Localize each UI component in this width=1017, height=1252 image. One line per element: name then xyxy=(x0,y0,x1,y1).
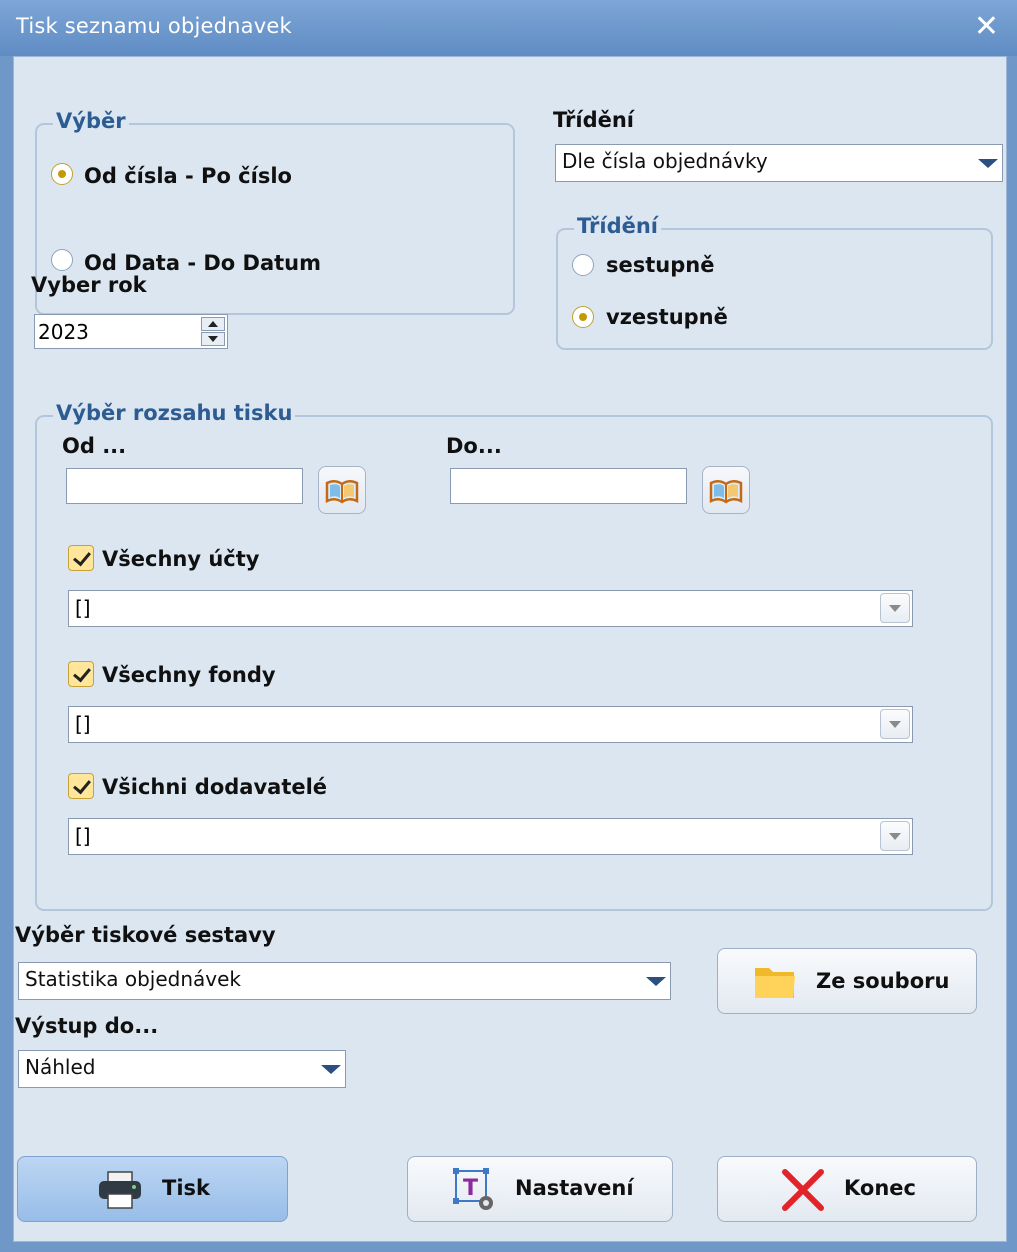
suppliers-combo[interactable]: [] xyxy=(68,818,913,855)
window-title: Tisk seznamu objednavek xyxy=(16,14,292,38)
selection-group-legend: Výběr xyxy=(53,109,129,133)
sort-order-group: Třídění xyxy=(556,214,993,350)
output-select[interactable]: Náhled xyxy=(18,1050,346,1088)
chevron-down-icon[interactable] xyxy=(646,977,666,986)
book-icon xyxy=(709,480,743,504)
from-label: Od ... xyxy=(62,434,127,458)
all-suppliers-checkbox[interactable] xyxy=(68,773,94,799)
exit-button[interactable]: Konec xyxy=(717,1156,977,1222)
radio-ascending[interactable] xyxy=(572,306,594,328)
close-icon[interactable]: ✕ xyxy=(974,9,999,44)
title-bar[interactable]: Tisk seznamu objednavek ✕ xyxy=(0,0,1017,56)
range-group-legend: Výběr rozsahu tisku xyxy=(53,401,296,425)
radio-date-range[interactable] xyxy=(51,249,73,271)
radio-date-range-label[interactable]: Od Data - Do Datum xyxy=(84,251,321,275)
sort-order-legend: Třídění xyxy=(574,214,661,238)
sort-select[interactable]: Dle čísla objednávky xyxy=(555,144,1003,182)
output-select-value: Náhled xyxy=(25,1055,96,1079)
report-label: Výběr tiskové sestavy xyxy=(15,923,276,947)
all-funds-label[interactable]: Všechny fondy xyxy=(102,663,276,687)
radio-number-range-label[interactable]: Od čísla - Po číslo xyxy=(84,164,292,188)
radio-ascending-label[interactable]: vzestupně xyxy=(606,305,728,329)
chevron-down-icon[interactable] xyxy=(978,159,998,168)
exit-button-label: Konec xyxy=(844,1176,916,1200)
print-button-label: Tisk xyxy=(162,1176,210,1200)
from-picker-button[interactable] xyxy=(318,466,366,514)
radio-number-range[interactable] xyxy=(51,163,73,185)
report-select[interactable]: Statistika objednávek xyxy=(18,962,671,1000)
all-accounts-label[interactable]: Všechny účty xyxy=(102,547,259,571)
folder-icon xyxy=(755,968,795,998)
year-spinner[interactable]: 2023 xyxy=(34,314,228,349)
funds-combo-value: [] xyxy=(75,712,91,736)
year-value: 2023 xyxy=(38,320,89,344)
chevron-down-icon[interactable] xyxy=(880,821,910,851)
svg-text:T: T xyxy=(463,1176,478,1201)
report-select-value: Statistika objednávek xyxy=(25,967,241,991)
sort-label: Třídění xyxy=(553,108,634,132)
accounts-combo[interactable]: [] xyxy=(68,590,913,627)
chevron-down-icon[interactable] xyxy=(880,593,910,623)
chevron-down-icon[interactable] xyxy=(321,1065,341,1074)
all-suppliers-label[interactable]: Všichni dodavatelé xyxy=(102,775,327,799)
dialog-window: Tisk seznamu objednavek ✕ Výběr Od čísla… xyxy=(0,0,1017,1252)
spin-down-icon[interactable] xyxy=(201,332,225,346)
book-icon xyxy=(325,480,359,504)
all-accounts-checkbox[interactable] xyxy=(68,545,94,571)
year-label: Vyber rok xyxy=(31,273,147,297)
suppliers-combo-value: [] xyxy=(75,824,91,848)
spin-up-icon[interactable] xyxy=(201,317,225,331)
close-icon xyxy=(782,1169,824,1211)
settings-button-label: Nastavení xyxy=(515,1176,634,1200)
text-settings-icon: T xyxy=(453,1168,493,1210)
print-button[interactable]: Tisk xyxy=(17,1156,288,1222)
from-file-button-label: Ze souboru xyxy=(816,969,950,993)
radio-descending[interactable] xyxy=(572,254,594,276)
from-file-button[interactable]: Ze souboru xyxy=(717,948,977,1014)
sort-select-value: Dle čísla objednávky xyxy=(562,149,768,173)
accounts-combo-value: [] xyxy=(75,596,91,620)
output-label: Výstup do... xyxy=(15,1014,159,1038)
radio-descending-label[interactable]: sestupně xyxy=(606,253,714,277)
all-funds-checkbox[interactable] xyxy=(68,661,94,687)
dialog-body: Výběr Od čísla - Po číslo Od Data - Do D… xyxy=(13,56,1007,1242)
to-picker-button[interactable] xyxy=(702,466,750,514)
from-input[interactable] xyxy=(66,468,303,504)
funds-combo[interactable]: [] xyxy=(68,706,913,743)
settings-button[interactable]: T Nastavení xyxy=(407,1156,673,1222)
to-input[interactable] xyxy=(450,468,687,504)
printer-icon xyxy=(99,1171,141,1209)
to-label: Do... xyxy=(446,434,502,458)
chevron-down-icon[interactable] xyxy=(880,709,910,739)
